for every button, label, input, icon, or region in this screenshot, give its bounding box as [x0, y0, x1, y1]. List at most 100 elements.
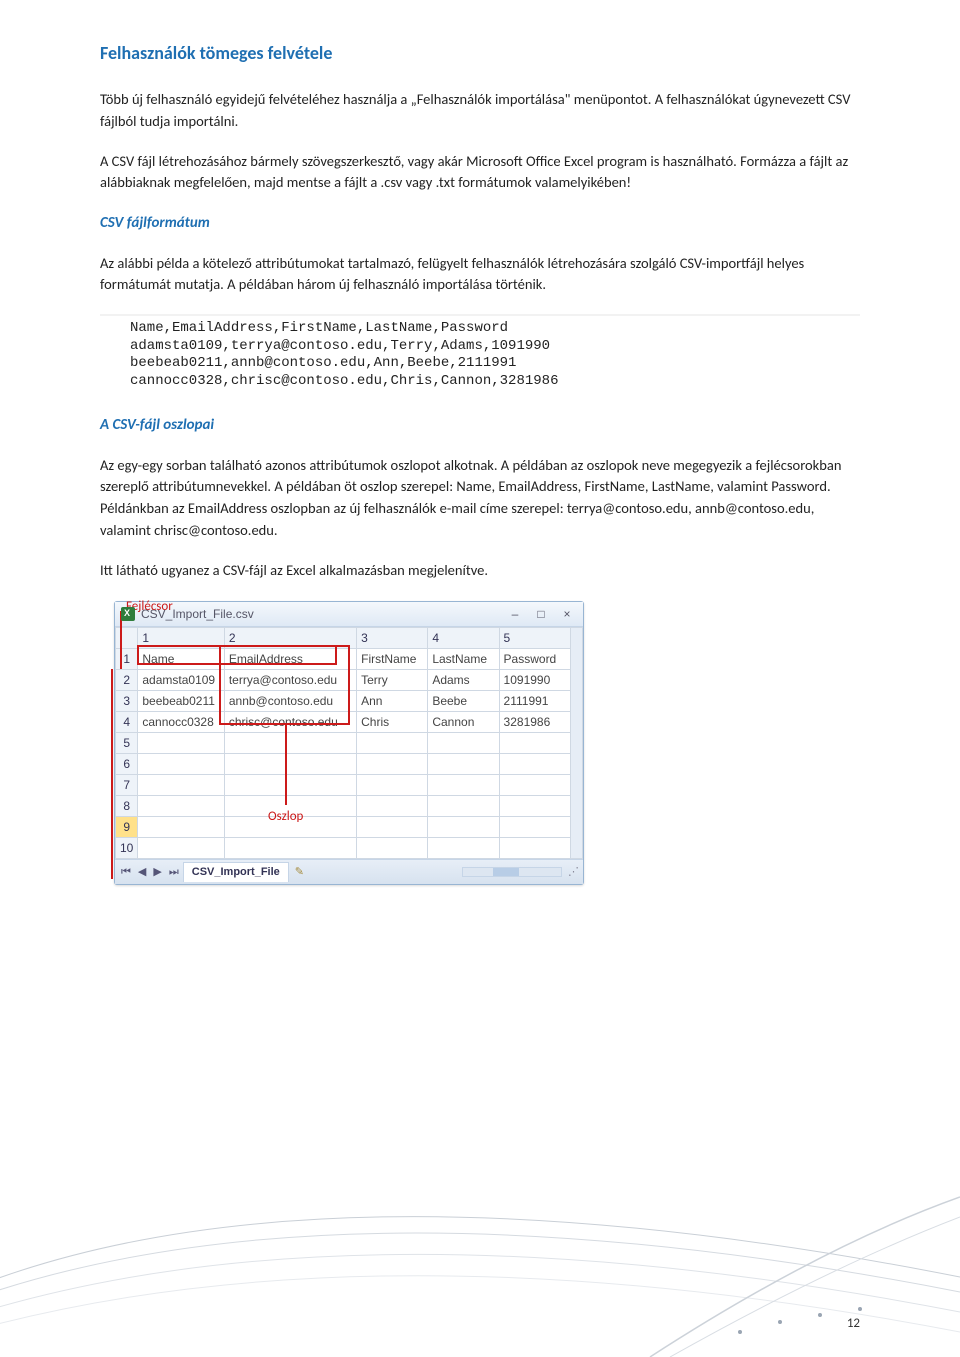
cell[interactable] [357, 754, 428, 775]
resize-grip-icon[interactable]: ⋰ [568, 864, 579, 881]
table-row: 1 Name EmailAddress FirstName LastName P… [116, 649, 583, 670]
cell[interactable] [138, 775, 224, 796]
corner-cell[interactable] [116, 628, 138, 649]
cell[interactable]: Adams [428, 670, 499, 691]
row-header[interactable]: 9 [116, 817, 138, 838]
cell[interactable]: annb@contoso.edu [224, 691, 356, 712]
row-header[interactable]: 10 [116, 838, 138, 859]
excel-window: CSV_Import_File.csv – □ × 1 2 3 4 5 [114, 601, 584, 885]
cell[interactable]: Password [499, 649, 570, 670]
cell[interactable] [224, 838, 356, 859]
cell[interactable]: 3281986 [499, 712, 570, 733]
sheet-tab[interactable]: CSV_Import_File [183, 862, 289, 882]
row-header[interactable]: 8 [116, 796, 138, 817]
cell[interactable]: EmailAddress [224, 649, 356, 670]
cell[interactable]: Cannon [428, 712, 499, 733]
sub-heading-csv-format: CSV fájlformátum [100, 212, 860, 235]
cell[interactable] [138, 733, 224, 754]
row-header[interactable]: 7 [116, 775, 138, 796]
cell[interactable] [357, 817, 428, 838]
page-number: 12 [847, 1314, 860, 1334]
cell[interactable] [224, 733, 356, 754]
excel-screenshot: Fejlécsor CSV_Import_File.csv – □ × 1 [100, 601, 585, 885]
nav-prev-icon[interactable]: ◀ [136, 864, 148, 881]
nav-last-icon[interactable]: ⏭ [167, 864, 181, 881]
table-row: 10 [116, 838, 583, 859]
annotation-line [285, 725, 287, 805]
row-header[interactable]: 3 [116, 691, 138, 712]
row-header[interactable]: 1 [116, 649, 138, 670]
cell[interactable] [499, 775, 570, 796]
cell[interactable] [499, 817, 570, 838]
cell[interactable]: Chris [357, 712, 428, 733]
cell[interactable] [357, 775, 428, 796]
cell[interactable] [138, 817, 224, 838]
scrollbar-horizontal[interactable] [462, 867, 562, 877]
table-row: 7 [116, 775, 583, 796]
cell[interactable] [138, 754, 224, 775]
cell[interactable] [428, 775, 499, 796]
col-header[interactable]: 4 [428, 628, 499, 649]
cell[interactable] [499, 796, 570, 817]
annotation-line [111, 669, 113, 879]
nav-next-icon[interactable]: ▶ [151, 864, 163, 881]
cell[interactable] [138, 796, 224, 817]
col-header[interactable]: 2 [224, 628, 356, 649]
cell[interactable] [428, 754, 499, 775]
annotation-oszlop: Oszlop [268, 807, 303, 827]
cell[interactable] [499, 754, 570, 775]
excel-icon [121, 607, 135, 621]
paragraph: Itt látható ugyanez a CSV-fájl az Excel … [100, 560, 860, 582]
cell[interactable]: 1091990 [499, 670, 570, 691]
cell[interactable] [428, 796, 499, 817]
column-header-row: 1 2 3 4 5 [116, 628, 583, 649]
cell[interactable] [138, 838, 224, 859]
cell[interactable]: FirstName [357, 649, 428, 670]
col-header[interactable]: 3 [357, 628, 428, 649]
cell[interactable]: beebeab0211 [138, 691, 224, 712]
col-header[interactable]: 5 [499, 628, 570, 649]
nav-first-icon[interactable]: ⏮ [119, 864, 133, 881]
cell[interactable] [357, 838, 428, 859]
cell[interactable] [224, 775, 356, 796]
col-header[interactable]: 1 [138, 628, 224, 649]
close-icon[interactable]: × [557, 605, 577, 623]
cell[interactable]: chrisc@contoso.edu [224, 712, 356, 733]
excel-filename: CSV_Import_File.csv [141, 605, 499, 623]
sub-heading-csv-columns: A CSV-fájl oszlopai [100, 414, 860, 437]
paragraph: A CSV fájl létrehozásához bármely szöveg… [100, 151, 860, 195]
cell[interactable]: Terry [357, 670, 428, 691]
sheet-tab-bar: ⏮ ◀ ▶ ⏭ CSV_Import_File ✎ ⋰ [115, 859, 583, 884]
sheet-nav-arrows[interactable]: ⏮ ◀ ▶ ⏭ [119, 864, 181, 881]
cell[interactable]: Ann [357, 691, 428, 712]
cell[interactable] [357, 796, 428, 817]
code-block: Name,EmailAddress,FirstName,LastName,Pas… [100, 314, 860, 398]
table-row: 4 cannocc0328 chrisc@contoso.edu Chris C… [116, 712, 583, 733]
cell[interactable] [428, 817, 499, 838]
scrollbar-vertical[interactable] [570, 628, 582, 859]
row-header[interactable]: 2 [116, 670, 138, 691]
cell[interactable]: Beebe [428, 691, 499, 712]
paragraph: Az alábbi példa a kötelező attribútumoka… [100, 253, 860, 297]
cell[interactable]: cannocc0328 [138, 712, 224, 733]
minimize-icon[interactable]: – [505, 605, 525, 623]
row-header[interactable]: 5 [116, 733, 138, 754]
section-title: Felhasználók tömeges felvétele [100, 40, 860, 67]
row-header[interactable]: 4 [116, 712, 138, 733]
cell[interactable] [499, 733, 570, 754]
cell[interactable] [428, 733, 499, 754]
new-sheet-icon[interactable]: ✎ [291, 864, 308, 881]
excel-grid: 1 2 3 4 5 1 Name EmailAddress FirstName … [115, 627, 583, 859]
cell[interactable]: 2111991 [499, 691, 570, 712]
cell[interactable]: adamsta0109 [138, 670, 224, 691]
cell[interactable] [428, 838, 499, 859]
cell[interactable] [499, 838, 570, 859]
cell[interactable] [357, 733, 428, 754]
cell[interactable] [224, 754, 356, 775]
paragraph: Több új felhasználó egyidejű felvételéhe… [100, 89, 860, 133]
maximize-icon[interactable]: □ [531, 605, 551, 623]
cell[interactable]: terrya@contoso.edu [224, 670, 356, 691]
cell[interactable]: Name [138, 649, 224, 670]
row-header[interactable]: 6 [116, 754, 138, 775]
cell[interactable]: LastName [428, 649, 499, 670]
